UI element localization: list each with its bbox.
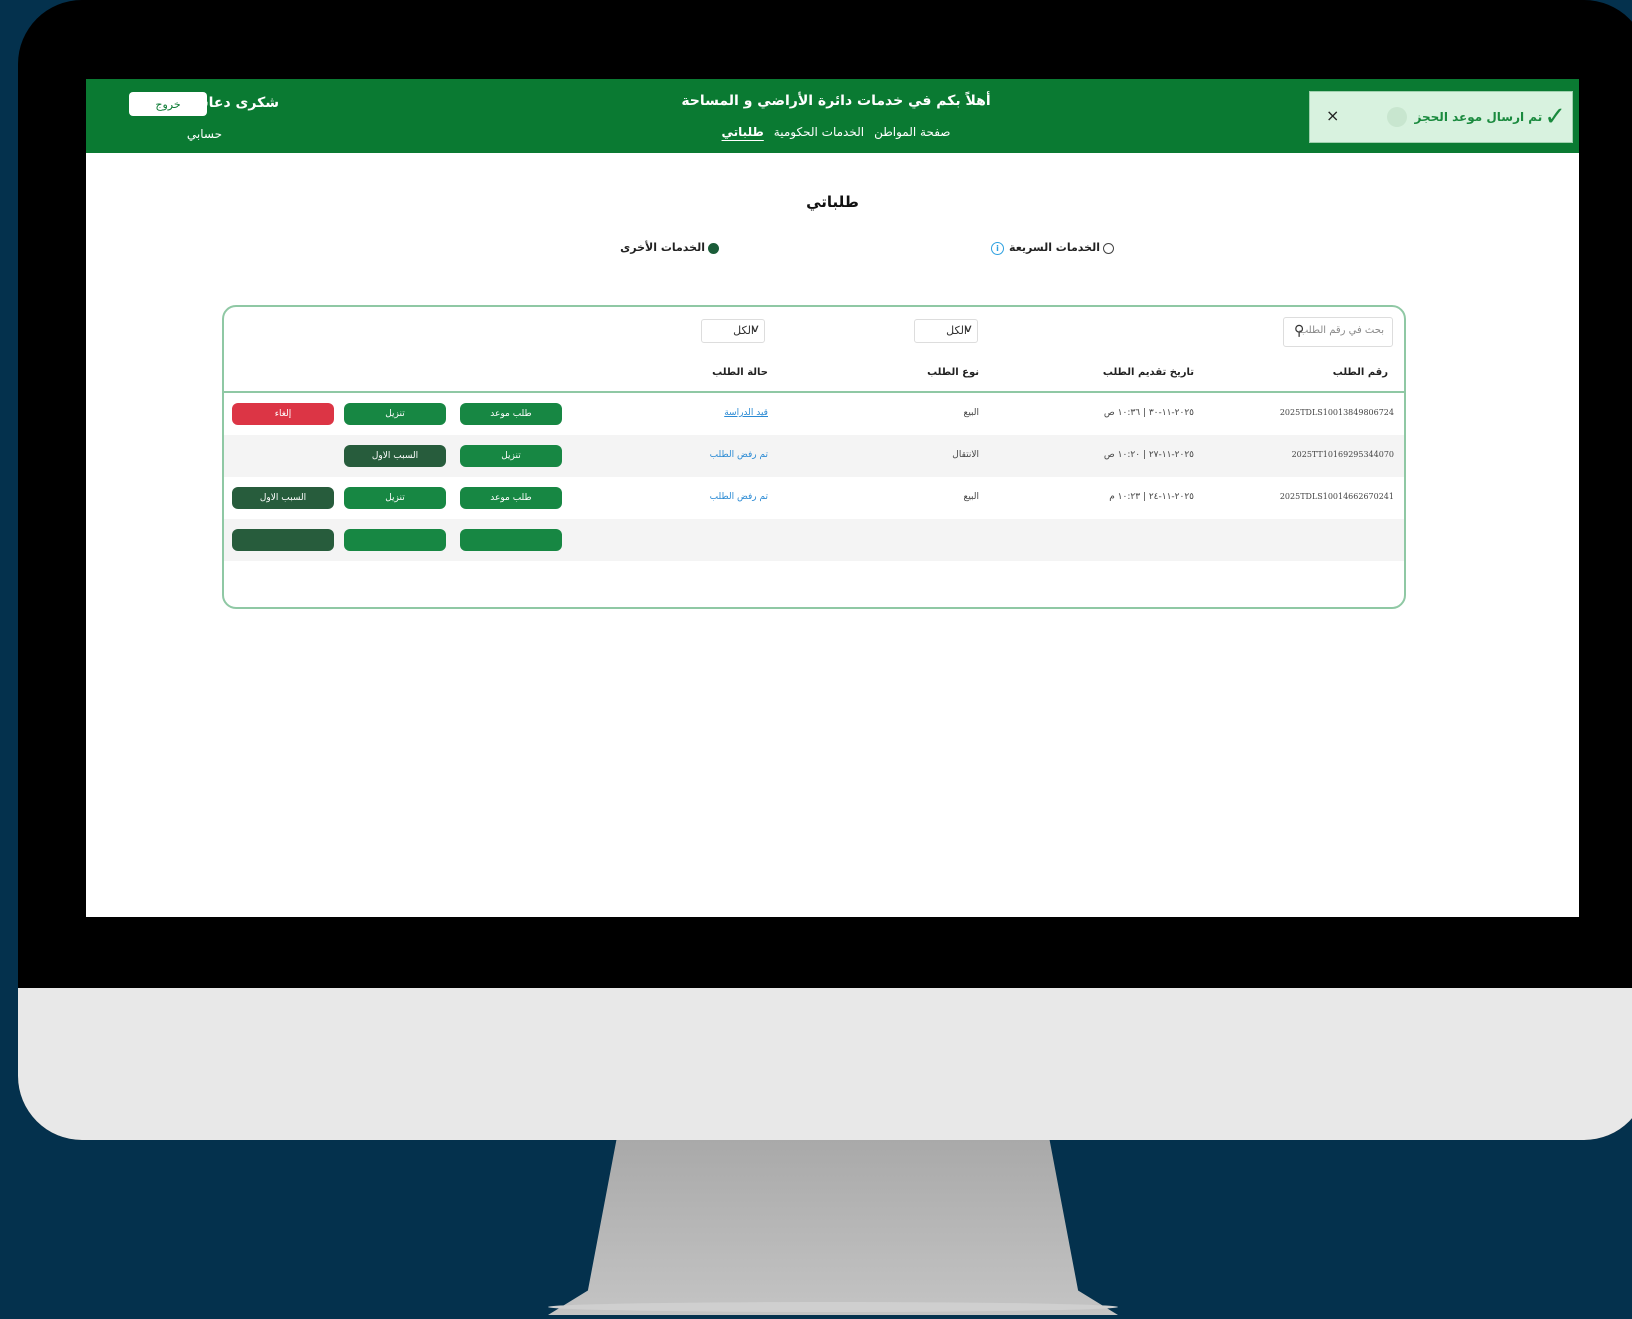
request-status-link[interactable]: تم رفض الطلب — [710, 450, 768, 460]
download-button[interactable]: تنزيل — [344, 487, 446, 509]
monitor-stand — [548, 1140, 1118, 1315]
request-number: 2025TT10169295344070 — [1291, 450, 1394, 459]
app: ✓ تم ارسال موعد الحجز × أهلاً بكم في خدم… — [86, 79, 1579, 609]
close-icon[interactable]: × — [1326, 106, 1339, 125]
request-appointment-button[interactable]: طلب موعد — [460, 487, 562, 509]
success-toast: ✓ تم ارسال موعد الحجز × — [1309, 91, 1573, 143]
tab-other-services-label: الخدمات الأخرى — [620, 241, 705, 254]
request-number: 2025TDLS10014662670241 — [1279, 492, 1394, 501]
download-button[interactable]: تنزيل — [344, 403, 446, 425]
submit-date: ٢٠٢٥-١١-٢٤ | ١٠:٢٣ م — [1109, 492, 1194, 502]
radio-selected-icon[interactable] — [708, 242, 719, 254]
cancel-button[interactable]: إلغاء — [232, 403, 334, 425]
chevron-down-icon: ∨ — [962, 322, 974, 335]
request-status-link[interactable]: تم رفض الطلب — [710, 492, 768, 502]
header: ✓ تم ارسال موعد الحجز × أهلاً بكم في خدم… — [86, 79, 1579, 153]
user-area: شكرى دعاس خروج حسابي — [122, 92, 382, 153]
reason-button[interactable]: السبب الاول — [232, 487, 334, 509]
submit-date: ٢٠٢٥-١١-٣٠ | ١٠:٣٦ ص — [1103, 408, 1194, 418]
type-filter-select[interactable]: الكل ∨ — [914, 319, 978, 343]
table-row — [224, 519, 1404, 561]
request-type: البيع — [963, 408, 979, 418]
col-request-number: رقم الطلب — [1332, 367, 1388, 378]
row-button[interactable] — [232, 529, 334, 551]
info-icon[interactable]: i — [991, 241, 1005, 255]
table-row: 2025TT10169295344070 ٢٠٢٥-١١-٢٧ | ١٠:٢٠ … — [224, 435, 1404, 477]
logout-button[interactable]: خروج — [129, 92, 207, 116]
row-button[interactable] — [460, 529, 562, 551]
col-submit-date: تاريخ تقديم الطلب — [1102, 367, 1194, 378]
row-button[interactable] — [344, 529, 446, 551]
nav-citizen-page[interactable]: صفحة المواطن — [874, 125, 950, 139]
my-account-link[interactable]: حسابي — [187, 127, 222, 141]
request-appointment-button[interactable]: طلب موعد — [460, 403, 562, 425]
search-input[interactable]: بحث في رقم الطلب ⚲ — [1283, 317, 1393, 347]
toast-message: تم ارسال موعد الحجز — [1414, 110, 1543, 124]
requests-card: بحث في رقم الطلب ⚲ الكل ∨ الكل ∨ رقم الط… — [222, 305, 1406, 609]
submit-date: ٢٠٢٥-١١-٢٧ | ١٠:٢٠ ص — [1103, 450, 1194, 460]
welcome-title: أهلاً بكم في خدمات دائرة الأراضي و المسا… — [681, 93, 991, 109]
request-type: الانتقال — [952, 450, 979, 460]
col-request-type: نوع الطلب — [927, 367, 979, 378]
request-status-link[interactable]: قيد الدراسة — [724, 408, 768, 418]
monitor-chin — [18, 988, 1632, 1140]
emblem-icon — [1386, 107, 1407, 127]
request-type: البيع — [963, 492, 979, 502]
tab-other-services[interactable]: الخدمات الأخرى — [620, 241, 719, 254]
search-placeholder: بحث في رقم الطلب — [1298, 325, 1384, 336]
download-button[interactable]: تنزيل — [460, 445, 562, 467]
nav-my-requests[interactable]: طلباتي — [722, 125, 764, 139]
nav-gov-services[interactable]: الخدمات الحكومية — [774, 125, 864, 139]
tab-quick-services-label: الخدمات السريعة — [1009, 241, 1100, 254]
check-icon: ✓ — [1544, 102, 1566, 132]
tab-quick-services[interactable]: الخدمات السريعة i — [991, 241, 1114, 255]
status-filter-select[interactable]: الكل ∨ — [701, 319, 765, 343]
table-header: رقم الطلب تاريخ تقديم الطلب نوع الطلب حا… — [224, 353, 1404, 393]
request-number: 2025TDLS10013849806724 — [1279, 408, 1394, 417]
col-request-status: حالة الطلب — [712, 367, 768, 378]
radio-unselected-icon[interactable] — [1103, 242, 1114, 254]
main-nav: صفحة المواطن الخدمات الحكومية طلباتي — [606, 125, 1066, 139]
page-title: طلباتي — [806, 193, 859, 211]
table-row: 2025TDLS10013849806724 ٢٠٢٥-١١-٣٠ | ١٠:٣… — [224, 393, 1404, 435]
monitor-screen: ✓ تم ارسال موعد الحجز × أهلاً بكم في خدم… — [86, 79, 1579, 917]
reason-button[interactable]: السبب الاول — [344, 445, 446, 467]
service-tabs: الخدمات السريعة i الخدمات الأخرى — [86, 241, 1579, 265]
chevron-down-icon: ∨ — [749, 322, 761, 335]
monitor-stand-base — [548, 1302, 1118, 1312]
table-row: 2025TDLS10014662670241 ٢٠٢٥-١١-٢٤ | ١٠:٢… — [224, 477, 1404, 519]
search-icon[interactable]: ⚲ — [1294, 323, 1304, 339]
